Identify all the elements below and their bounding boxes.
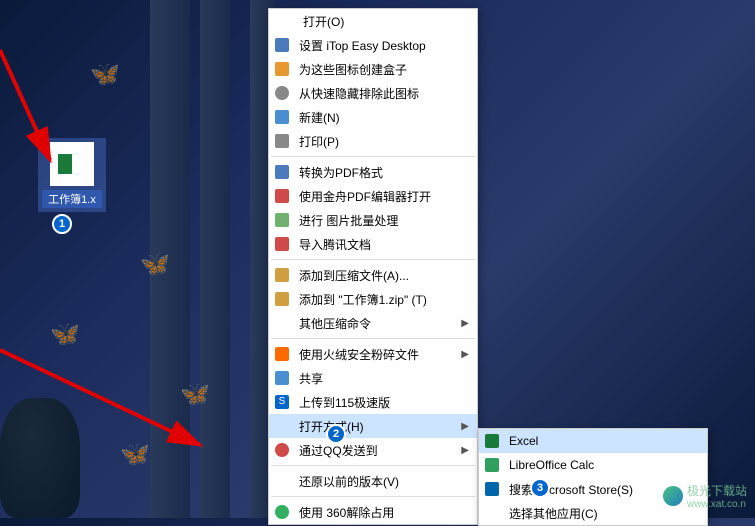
zip-icon bbox=[275, 292, 289, 306]
submenu-item-libreoffice-calc[interactable]: LibreOffice Calc bbox=[479, 453, 707, 477]
context-submenu-open-with: Excel LibreOffice Calc 搜索 Microsoft Stor… bbox=[478, 428, 708, 526]
store-icon bbox=[485, 482, 499, 496]
menu-separator bbox=[271, 338, 475, 339]
menu-item-new[interactable]: 新建(N) bbox=[269, 105, 477, 129]
annotation-badge-2: 2 bbox=[326, 424, 346, 444]
menu-item-convert-pdf[interactable]: 转换为PDF格式 bbox=[269, 160, 477, 184]
blank-icon bbox=[275, 474, 289, 488]
menu-item-add-archive[interactable]: 添加到压缩文件(A)... bbox=[269, 263, 477, 287]
qq-icon bbox=[275, 443, 289, 457]
menu-item-restore-previous[interactable]: 还原以前的版本(V) bbox=[269, 469, 477, 493]
chevron-right-icon: ▶ bbox=[461, 445, 469, 456]
submenu-item-excel[interactable]: Excel bbox=[479, 429, 707, 453]
menu-item-qq-send[interactable]: 通过QQ发送到▶ bbox=[269, 438, 477, 462]
print-icon bbox=[275, 134, 289, 148]
menu-item-exclude-hide[interactable]: 从快速隐藏排除此图标 bbox=[269, 81, 477, 105]
menu-separator bbox=[271, 259, 475, 260]
annotation-badge-1: 1 bbox=[52, 214, 72, 234]
box-icon bbox=[275, 62, 289, 76]
menu-item-360-unlock[interactable]: 使用 360解除占用 bbox=[269, 500, 477, 524]
blank-icon bbox=[275, 419, 289, 433]
upload-icon bbox=[275, 237, 289, 251]
menu-item-share[interactable]: 共享 bbox=[269, 366, 477, 390]
menu-item-huorong-shred[interactable]: 使用火绒安全粉碎文件▶ bbox=[269, 342, 477, 366]
menu-header-open[interactable]: 打开(O) bbox=[269, 9, 477, 33]
s-icon: S bbox=[275, 395, 289, 409]
watermark-url: www.xat.co.n bbox=[687, 499, 747, 510]
new-icon bbox=[275, 110, 289, 124]
menu-item-image-batch[interactable]: 进行 图片批量处理 bbox=[269, 208, 477, 232]
360-icon bbox=[275, 505, 289, 519]
annotation-arrow-2 bbox=[0, 350, 210, 455]
chevron-right-icon: ▶ bbox=[461, 318, 469, 329]
pdf-editor-icon bbox=[275, 189, 289, 203]
eye-icon bbox=[275, 86, 289, 100]
menu-item-import-tencent[interactable]: 导入腾讯文档 bbox=[269, 232, 477, 256]
watermark: 极光下载站 www.xat.co.n bbox=[663, 482, 747, 510]
menu-separator bbox=[271, 496, 475, 497]
menu-item-itop-desktop[interactable]: 设置 iTop Easy Desktop bbox=[269, 33, 477, 57]
image-icon bbox=[275, 213, 289, 227]
menu-item-upload-115[interactable]: S上传到115极速版 bbox=[269, 390, 477, 414]
menu-item-other-compress[interactable]: 其他压缩命令▶ bbox=[269, 311, 477, 335]
watermark-text: 极光下载站 bbox=[687, 482, 747, 499]
menu-item-create-box[interactable]: 为这些图标创建盒子 bbox=[269, 57, 477, 81]
zip-icon bbox=[275, 268, 289, 282]
pdf-icon bbox=[275, 165, 289, 179]
chevron-right-icon: ▶ bbox=[461, 349, 469, 360]
share-icon bbox=[275, 371, 289, 385]
chevron-right-icon: ▶ bbox=[461, 421, 469, 432]
excel-icon bbox=[485, 434, 499, 448]
file-label: 工作簿1.x bbox=[42, 190, 102, 208]
shred-icon bbox=[275, 347, 289, 361]
menu-item-open-with[interactable]: 打开方式(H)▶ bbox=[269, 414, 477, 438]
menu-item-add-zip[interactable]: 添加到 "工作簿1.zip" (T) bbox=[269, 287, 477, 311]
context-menu-main: 打开(O) 设置 iTop Easy Desktop 为这些图标创建盒子 从快速… bbox=[268, 8, 478, 525]
menu-item-pdf-editor[interactable]: 使用金舟PDF编辑器打开 bbox=[269, 184, 477, 208]
calc-icon bbox=[485, 458, 499, 472]
menu-separator bbox=[271, 156, 475, 157]
blank-icon bbox=[275, 316, 289, 330]
menu-item-print[interactable]: 打印(P) bbox=[269, 129, 477, 153]
grid-icon bbox=[275, 38, 289, 52]
watermark-logo-icon bbox=[663, 486, 683, 506]
annotation-badge-3: 3 bbox=[530, 478, 550, 498]
annotation-arrow-1 bbox=[0, 50, 80, 185]
menu-separator bbox=[271, 465, 475, 466]
